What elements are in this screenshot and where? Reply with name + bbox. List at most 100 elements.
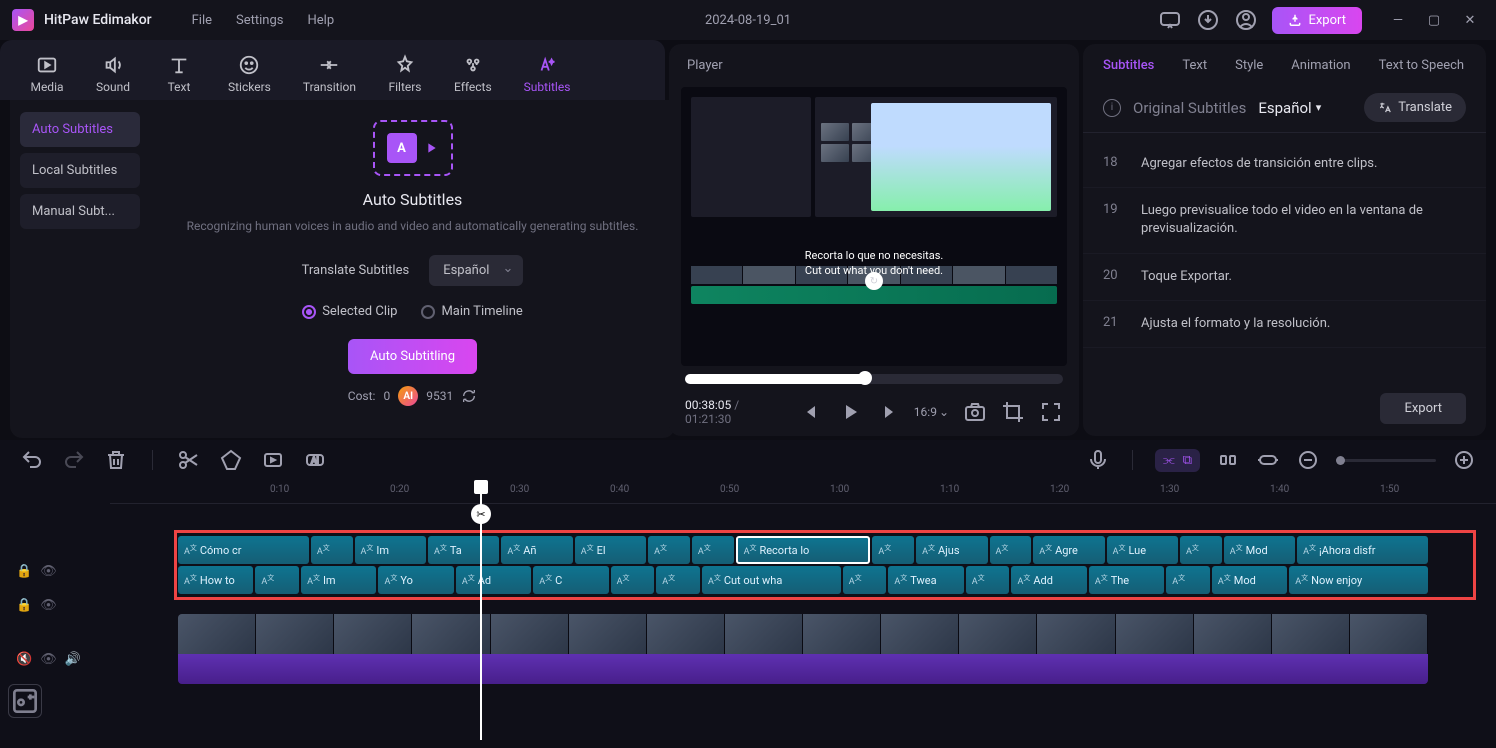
- add-track-button[interactable]: [8, 684, 42, 718]
- menu-settings[interactable]: Settings: [236, 13, 283, 28]
- playhead[interactable]: [480, 480, 482, 740]
- zoom-in-icon[interactable]: [1452, 448, 1476, 472]
- subtitle-clip[interactable]: A文: [1180, 536, 1222, 564]
- player-scrubber[interactable]: [685, 374, 1063, 384]
- radio-main-timeline[interactable]: Main Timeline: [421, 304, 522, 319]
- subtitle-language-dropdown[interactable]: Español ▾: [1258, 99, 1321, 117]
- tab-sound[interactable]: Sound: [86, 48, 140, 100]
- subtitle-clip[interactable]: A文: [966, 566, 1010, 594]
- mic-icon[interactable]: [1086, 448, 1110, 472]
- subtitle-track-en[interactable]: A文How toA文A文ImA文YoA文AdA文CA文A文A文Cut out w…: [178, 566, 1428, 594]
- subtitle-clip[interactable]: A文Twea: [888, 566, 963, 594]
- lock-icon[interactable]: 🔒: [16, 564, 32, 579]
- redo-icon[interactable]: [62, 448, 86, 472]
- fit-icon[interactable]: [1256, 448, 1280, 472]
- sidebar-local-subtitles[interactable]: Local Subtitles: [20, 153, 140, 188]
- player-preview[interactable]: Recorta lo que no necesitas. Cut out wha…: [681, 87, 1067, 366]
- subtitle-clip[interactable]: A文Recorta lo: [736, 536, 871, 564]
- download-icon[interactable]: [1196, 8, 1220, 32]
- eye-icon[interactable]: 👁: [40, 652, 57, 667]
- maximize-button[interactable]: ▢: [1420, 6, 1448, 34]
- subtitle-clip[interactable]: A文Im: [301, 566, 376, 594]
- eye-icon[interactable]: 👁: [40, 598, 57, 613]
- ai-tool-icon[interactable]: AI: [303, 448, 327, 472]
- zoom-out-icon[interactable]: [1296, 448, 1320, 472]
- mute-icon[interactable]: 🔇: [16, 652, 32, 667]
- subtitle-clip[interactable]: A文: [990, 536, 1032, 564]
- aspect-ratio[interactable]: 16:9 ⌄: [914, 405, 949, 419]
- tab-transition[interactable]: Transition: [293, 48, 366, 100]
- close-button[interactable]: ✕: [1456, 6, 1484, 34]
- tab-text[interactable]: Text: [152, 48, 206, 100]
- subtitle-clip[interactable]: A文The: [1089, 566, 1164, 594]
- minimize-button[interactable]: —: [1384, 6, 1412, 34]
- marker-icon[interactable]: [1216, 448, 1240, 472]
- subtitle-clip[interactable]: A文Now enjoy: [1289, 566, 1428, 594]
- delete-icon[interactable]: [104, 448, 128, 472]
- speaker-icon[interactable]: 🔊: [65, 652, 81, 667]
- chat-icon[interactable]: [1158, 8, 1182, 32]
- rtab-style[interactable]: Style: [1235, 58, 1263, 73]
- language-select[interactable]: Español: [429, 255, 523, 286]
- subtitle-clip[interactable]: A文Cut out wha: [702, 566, 841, 594]
- fullscreen-icon[interactable]: [1039, 400, 1063, 424]
- auto-subtitling-button[interactable]: Auto Subtitling: [348, 339, 477, 374]
- subtitle-clip[interactable]: A文Ad: [456, 566, 531, 594]
- subtitle-row[interactable]: 18Agregar efectos de transición entre cl…: [1083, 141, 1486, 188]
- subtitle-clip[interactable]: A文Cómo cr: [178, 536, 309, 564]
- zoom-slider[interactable]: [1336, 459, 1436, 462]
- subtitle-clip[interactable]: A文Add: [1011, 566, 1086, 594]
- subtitle-clip[interactable]: A文El: [575, 536, 646, 564]
- subtitle-clip[interactable]: A文Lue: [1107, 536, 1178, 564]
- subtitle-row[interactable]: 19Luego previsualice todo el video en la…: [1083, 188, 1486, 253]
- profile-icon[interactable]: [1234, 8, 1258, 32]
- subtitle-clip[interactable]: A文: [1166, 566, 1210, 594]
- menu-help[interactable]: Help: [308, 13, 335, 28]
- sidebar-manual-subtitles[interactable]: Manual Subt...: [20, 194, 140, 229]
- subtitle-clip[interactable]: A文Mod: [1212, 566, 1287, 594]
- subtitle-clip[interactable]: A文: [872, 536, 914, 564]
- tab-media[interactable]: Media: [20, 48, 74, 100]
- rtab-tts[interactable]: Text to Speech: [1379, 58, 1464, 73]
- undo-icon[interactable]: [20, 448, 44, 472]
- rtab-animation[interactable]: Animation: [1291, 58, 1350, 73]
- subtitle-clip[interactable]: A文How to: [178, 566, 253, 594]
- subtitle-clip[interactable]: A文: [656, 566, 700, 594]
- refresh-icon[interactable]: [461, 388, 477, 404]
- subtitle-clip[interactable]: A文: [843, 566, 887, 594]
- menu-file[interactable]: File: [192, 13, 212, 28]
- subtitle-clip[interactable]: A文: [255, 566, 299, 594]
- eye-icon[interactable]: 👁: [40, 564, 57, 579]
- timeline[interactable]: 🔒 👁 🔒 👁 🔇 👁 🔊 0:10 0:20 0:30 0:40 0:50 1:00 …: [0, 480, 1496, 740]
- subtitle-row[interactable]: 20Toque Exportar.: [1083, 254, 1486, 301]
- subtitle-clip[interactable]: A文Mod: [1224, 536, 1295, 564]
- sidebar-auto-subtitles[interactable]: Auto Subtitles: [20, 112, 140, 147]
- subtitle-list[interactable]: 18Agregar efectos de transición entre cl…: [1083, 133, 1486, 381]
- export-subtitles-button[interactable]: Export: [1380, 393, 1466, 424]
- lock-icon[interactable]: 🔒: [16, 598, 32, 613]
- subtitle-clip[interactable]: A文: [648, 536, 690, 564]
- crop-tool-icon[interactable]: [219, 448, 243, 472]
- tab-filters[interactable]: Filters: [378, 48, 432, 100]
- crop-icon[interactable]: [1001, 400, 1025, 424]
- subtitle-clip[interactable]: A文¡Ahora disfr: [1297, 536, 1428, 564]
- next-frame-icon[interactable]: [876, 400, 900, 424]
- subtitle-clip[interactable]: A文: [311, 536, 353, 564]
- prev-frame-icon[interactable]: [800, 400, 824, 424]
- subtitle-clip[interactable]: A文Agre: [1033, 536, 1104, 564]
- subtitle-clip[interactable]: A文Añ: [501, 536, 572, 564]
- subtitle-clip[interactable]: A文: [611, 566, 655, 594]
- timeline-ruler[interactable]: 0:10 0:20 0:30 0:40 0:50 1:00 1:10 1:20 …: [110, 480, 1496, 504]
- subtitle-clip[interactable]: A文Ajus: [916, 536, 987, 564]
- rtab-subtitles[interactable]: Subtitles: [1103, 58, 1154, 73]
- info-icon[interactable]: i: [1103, 99, 1121, 117]
- subtitle-clip[interactable]: A文C: [533, 566, 608, 594]
- subtitle-track-es[interactable]: A文Cómo crA文A文ImA文TaA文AñA文ElA文A文A文Recorta…: [178, 536, 1428, 564]
- subtitle-clip[interactable]: A文Im: [355, 536, 426, 564]
- video-track[interactable]: ▶ 1:21 Video Editing Tips for Beginners: [178, 614, 1428, 684]
- radio-selected-clip[interactable]: Selected Clip: [302, 304, 397, 319]
- rtab-text[interactable]: Text: [1182, 58, 1207, 73]
- snapshot-icon[interactable]: [963, 400, 987, 424]
- play-icon[interactable]: [838, 400, 862, 424]
- export-button[interactable]: Export: [1272, 7, 1362, 34]
